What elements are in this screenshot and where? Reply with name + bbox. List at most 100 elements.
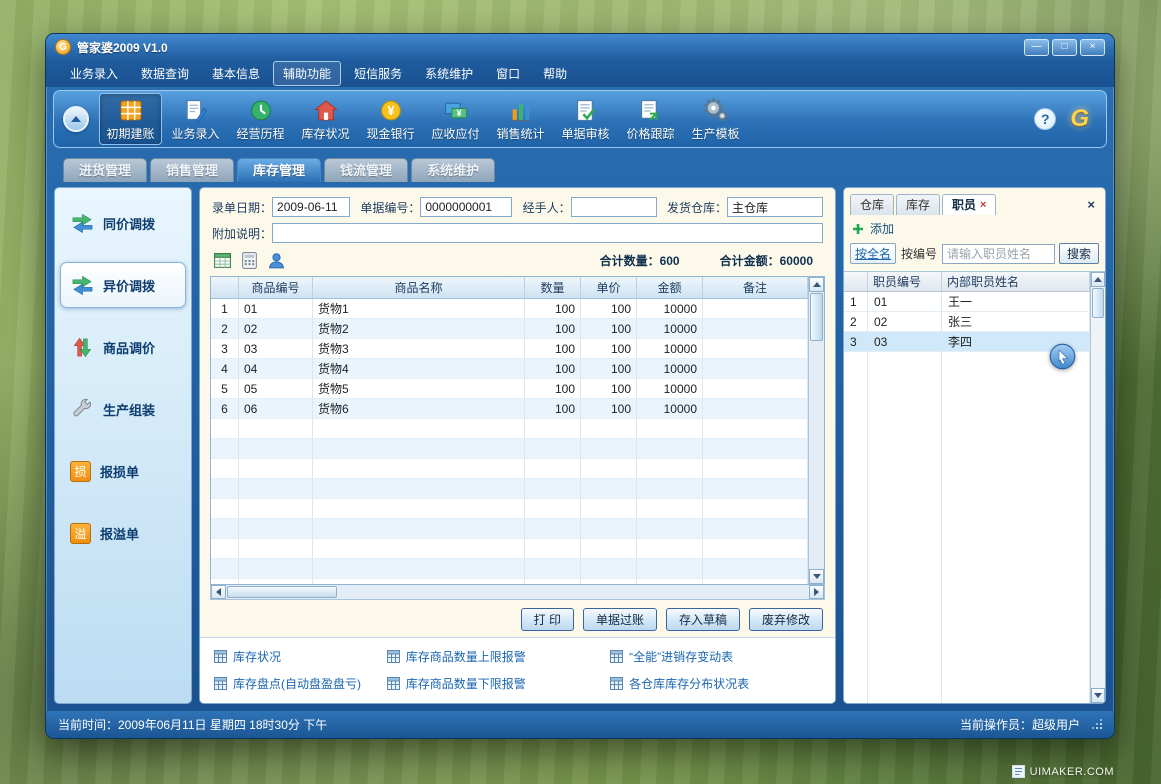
col-staff-name[interactable]: 内部职员姓名 — [942, 272, 1090, 291]
table-row-empty[interactable] — [844, 432, 1090, 452]
filter-by-code-button[interactable]: 按编号 — [900, 245, 938, 262]
table-row-empty[interactable] — [844, 672, 1090, 692]
scroll-thumb[interactable] — [227, 586, 337, 598]
toolbar-item-operation-history[interactable]: 经营历程 — [229, 93, 292, 145]
quick-link-upper-limit-alert[interactable]: 库存商品数量上限报警 — [387, 648, 606, 665]
sidebar-item-goods-price-adjust[interactable]: 商品调价 — [60, 324, 186, 370]
table-row-empty[interactable] — [844, 532, 1090, 552]
col-staff-code[interactable]: 职员编号 — [868, 272, 942, 291]
table-row-empty[interactable] — [844, 632, 1090, 652]
sidebar-item-diff-price-transfer[interactable]: 异价调拨 — [60, 262, 186, 308]
quick-link-stocktaking[interactable]: 库存盘点(自动盘盈盘亏) — [214, 675, 383, 692]
vertical-scrollbar[interactable] — [808, 277, 824, 584]
search-button[interactable]: 搜索 — [1059, 243, 1099, 264]
tab-sales-management[interactable]: 销售管理 — [150, 158, 234, 182]
table-row-empty[interactable] — [844, 572, 1090, 592]
warehouse-field[interactable] — [727, 197, 823, 217]
table-row-empty[interactable] — [844, 552, 1090, 572]
table-row-empty[interactable] — [844, 412, 1090, 432]
table-row-empty[interactable] — [844, 512, 1090, 532]
scroll-down-button[interactable] — [1091, 688, 1105, 703]
sidebar-item-loss-report[interactable]: 损 报损单 — [60, 448, 186, 494]
print-button[interactable]: 打 印 — [521, 608, 574, 631]
toolbar-item-business-entry[interactable]: 业务录入 — [164, 93, 227, 145]
note-field[interactable] — [272, 223, 823, 243]
table-row-empty[interactable] — [844, 392, 1090, 412]
col-goods-code[interactable]: 商品编号 — [239, 277, 313, 298]
tab-staff[interactable]: 职员× — [942, 194, 996, 215]
close-button[interactable]: × — [1080, 39, 1105, 56]
staff-row[interactable]: 202张三 — [844, 312, 1090, 332]
menu-item-auxiliary-functions[interactable]: 辅助功能 — [273, 61, 341, 86]
table-row-empty[interactable] — [211, 539, 808, 559]
table-row-empty[interactable] — [211, 519, 808, 539]
quick-link-inventory-status[interactable]: 库存状况 — [214, 648, 383, 665]
toolbar-item-receivable-payable[interactable]: ¥ 应收应付 — [424, 93, 487, 145]
tab-cashflow-management[interactable]: 钱流管理 — [324, 158, 408, 182]
table-row-empty[interactable] — [211, 499, 808, 519]
doc-number-field[interactable] — [420, 197, 512, 217]
tab-inventory-management[interactable]: 库存管理 — [237, 158, 321, 182]
scroll-thumb[interactable] — [810, 293, 823, 341]
sidebar-item-overflow-report[interactable]: 溢 报溢单 — [60, 510, 186, 556]
table-row-empty[interactable] — [844, 492, 1090, 512]
calculator-icon[interactable] — [239, 250, 259, 270]
tab-purchase-management[interactable]: 进货管理 — [63, 158, 147, 182]
col-note[interactable]: 备注 — [703, 277, 808, 298]
add-button[interactable]: 添加 — [870, 220, 894, 237]
scroll-up-button[interactable] — [1091, 272, 1105, 287]
sidebar-item-production-assembly[interactable]: 生产组装 — [60, 386, 186, 432]
table-row-empty[interactable] — [211, 479, 808, 499]
toolbar-item-inventory-status[interactable]: 库存状况 — [294, 93, 357, 145]
tab-warehouse[interactable]: 仓库 — [850, 194, 894, 215]
table-row-empty[interactable] — [844, 652, 1090, 672]
discard-changes-button[interactable]: 废弃修改 — [749, 608, 823, 631]
toolbar-item-price-tracking[interactable]: 价格跟踪 — [619, 93, 682, 145]
post-voucher-button[interactable]: 单据过账 — [583, 608, 657, 631]
table-row[interactable]: 505货物510010010000 — [211, 379, 808, 399]
tab-system-maintenance[interactable]: 系统维护 — [411, 158, 495, 182]
resize-grip[interactable] — [1089, 718, 1102, 731]
toolbar-item-initial-setup[interactable]: 初期建账 — [99, 93, 162, 145]
scroll-left-button[interactable] — [211, 585, 226, 599]
toolbar-item-voucher-audit[interactable]: 单据审核 — [554, 93, 617, 145]
table-icon[interactable] — [212, 250, 232, 270]
scroll-down-button[interactable] — [809, 569, 824, 584]
table-row-empty[interactable] — [844, 592, 1090, 612]
collapse-toolbar-button[interactable] — [63, 106, 89, 132]
table-row-empty[interactable] — [844, 612, 1090, 632]
date-field[interactable] — [272, 197, 350, 217]
tab-stock[interactable]: 库存 — [896, 194, 940, 215]
scroll-right-button[interactable] — [809, 585, 824, 599]
menu-item-sms-service[interactable]: 短信服务 — [344, 61, 412, 86]
col-quantity[interactable]: 数量 — [525, 277, 581, 298]
maximize-button[interactable]: □ — [1052, 39, 1077, 56]
table-row-empty[interactable] — [211, 579, 808, 584]
menu-item-help[interactable]: 帮助 — [533, 61, 577, 86]
table-row-empty[interactable] — [844, 692, 1090, 703]
menu-item-window[interactable]: 窗口 — [486, 61, 530, 86]
toolbar-item-cash-bank[interactable]: ¥ 现金银行 — [359, 93, 422, 145]
table-row[interactable]: 606货物610010010000 — [211, 399, 808, 419]
tab-close-icon[interactable]: × — [980, 196, 986, 215]
menu-item-data-query[interactable]: 数据查询 — [131, 61, 199, 86]
table-row-empty[interactable] — [844, 472, 1090, 492]
table-row[interactable]: 404货物410010010000 — [211, 359, 808, 379]
table-row-empty[interactable] — [211, 419, 808, 439]
table-row-empty[interactable] — [844, 372, 1090, 392]
sidebar-item-same-price-transfer[interactable]: 同价调拨 — [60, 200, 186, 246]
table-row-empty[interactable] — [211, 439, 808, 459]
menu-item-business-entry[interactable]: 业务录入 — [60, 61, 128, 86]
help-button[interactable]: ? — [1034, 108, 1056, 130]
panel-close-icon[interactable]: × — [1083, 195, 1099, 215]
quick-link-allround-flow-report[interactable]: “全能”进销存变动表 — [610, 648, 821, 665]
save-draft-button[interactable]: 存入草稿 — [666, 608, 740, 631]
table-row[interactable]: 303货物310010010000 — [211, 339, 808, 359]
person-icon[interactable] — [266, 250, 286, 270]
toolbar-item-production-template[interactable]: 生产模板 — [684, 93, 747, 145]
filter-by-fullname-button[interactable]: 按全名 — [850, 243, 896, 264]
staff-vertical-scrollbar[interactable] — [1090, 272, 1105, 703]
table-row-empty[interactable] — [844, 452, 1090, 472]
toolbar-item-sales-statistics[interactable]: 销售统计 — [489, 93, 552, 145]
quick-link-lower-limit-alert[interactable]: 库存商品数量下限报警 — [387, 675, 606, 692]
